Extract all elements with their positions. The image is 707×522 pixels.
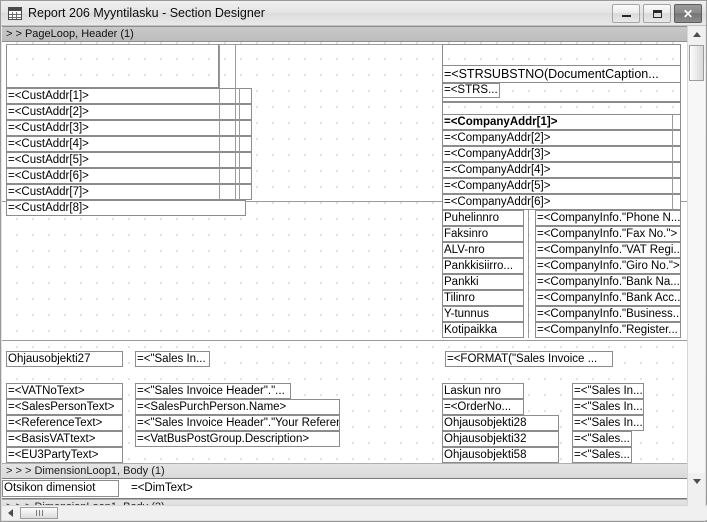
ctl-cust-addr-4[interactable]: =<CustAddr[4]> — [6, 136, 252, 152]
ctl-cust-addr-2[interactable]: =<CustAddr[2]> — [6, 104, 252, 120]
minimize-icon — [613, 5, 639, 22]
ctl-companyinfo-label-6[interactable]: Y-tunnus — [442, 306, 524, 322]
scroll-up-button[interactable] — [688, 26, 705, 43]
ctl-left-label-2[interactable]: =<ReferenceText> — [6, 415, 123, 431]
ctl-company-addr-5[interactable]: =<CompanyAddr[5]> — [442, 178, 681, 194]
ctl-companyinfo-label-7[interactable]: Kotipaikka — [442, 322, 524, 338]
window-title: Report 206 Myyntilasku - Section Designe… — [28, 6, 265, 20]
ctl-companyinfo-label-5[interactable]: Tilinro — [442, 290, 524, 306]
vertical-scroll-thumb[interactable] — [689, 45, 704, 81]
divider-v2 — [235, 44, 236, 88]
scroll-thumb-grip-icon — [35, 510, 43, 516]
ctl-right-value-0[interactable]: =<"Sales In... — [572, 383, 644, 399]
divider-dim-top — [2, 478, 688, 479]
minimize-button[interactable] — [612, 4, 640, 23]
ctl-companyinfo-value-7[interactable]: =<CompanyInfo."Register... — [535, 322, 681, 338]
ctl-left-value-2[interactable]: =<"Sales Invoice Header"."Your Referenc.… — [135, 415, 340, 431]
vertical-scroll-track[interactable] — [688, 62, 705, 473]
ctl-left-label-1[interactable]: =<SalesPersonText> — [6, 399, 123, 415]
ctl-cust-addr-3[interactable]: =<CustAddr[3]> — [6, 120, 252, 136]
close-button[interactable]: ✕ — [674, 4, 702, 23]
ctl-cust-addr-5[interactable]: =<CustAddr[5]> — [6, 152, 252, 168]
ctl-cust-addr-6[interactable]: =<CustAddr[6]> — [6, 168, 252, 184]
scroll-left-icon — [7, 509, 13, 517]
ctl-companyinfo-value-3[interactable]: =<CompanyInfo."Giro No."> — [535, 258, 681, 274]
ctl-right-label-4[interactable]: Ohjausobjekti58 — [442, 447, 559, 463]
ctl-format-sales-invoice[interactable]: =<FORMAT("Sales Invoice ... — [445, 351, 613, 367]
maximize-icon — [644, 5, 670, 22]
ctl-companyinfo-value-6[interactable]: =<CompanyInfo."Business... — [535, 306, 681, 322]
ctl-right-value-4[interactable]: =<"Sales... — [572, 447, 632, 463]
ctl-left-value-0[interactable]: =<"Sales Invoice Header"."... — [135, 383, 291, 399]
horizontal-scroll-thumb[interactable] — [20, 507, 58, 519]
scroll-down-button[interactable] — [688, 473, 705, 490]
ctl-left-value-3[interactable]: =<VatBusPostGroup.Description> — [135, 431, 340, 447]
ctl-right-value-2[interactable]: =<"Sales In... — [572, 415, 644, 431]
divider-h-top — [6, 44, 446, 45]
ctl-company-addr-1[interactable]: =<CompanyAddr[1]> — [442, 114, 681, 130]
ctl-companyinfo-label-3[interactable]: Pankkisiirro... — [442, 258, 524, 274]
ctl-dimension-value[interactable]: =<DimText> — [130, 480, 530, 497]
divider-h-mid2 — [2, 340, 688, 341]
ctl-document-caption-2[interactable]: =<STRS... — [442, 83, 500, 98]
ctl-right-label-2[interactable]: Ohjausobjekti28 — [442, 415, 559, 431]
ctl-companyinfo-value-5[interactable]: =<CompanyInfo."Bank Acc... — [535, 290, 681, 306]
caption-buttons: ✕ — [612, 4, 702, 23]
cust-addr-outer-frame — [6, 44, 219, 88]
section-designer-window: Report 206 Myyntilasku - Section Designe… — [0, 0, 707, 522]
scroll-down-icon — [692, 479, 701, 484]
ctl-companyinfo-label-0[interactable]: Puhelinnro — [442, 210, 524, 226]
ctl-companyinfo-label-1[interactable]: Faksinro — [442, 226, 524, 242]
section-header-dimensionloop-1[interactable]: > > > DimensionLoop1, Body (1) — [2, 463, 688, 479]
divider-v7 — [528, 210, 529, 338]
ctl-companyinfo-value-0[interactable]: =<CompanyInfo."Phone N... — [535, 210, 681, 226]
scroll-left-button[interactable] — [2, 506, 18, 520]
ctl-dimension-label[interactable]: Otsikon dimensiot — [2, 480, 119, 497]
ctl-right-label-0[interactable]: Laskun nro — [442, 383, 524, 399]
divider-v4 — [235, 88, 236, 200]
divider-v6 — [672, 114, 673, 210]
divider-v3 — [219, 88, 220, 200]
ctl-sales-in-top[interactable]: =<"Sales In... — [135, 351, 210, 367]
ctl-left-label-4[interactable]: =<EU3PartyText> — [6, 447, 123, 463]
ctl-document-caption[interactable]: =<STRSUBSTNO(DocumentCaption... — [442, 65, 681, 83]
ctl-right-value-1[interactable]: =<"Sales In... — [572, 399, 644, 415]
divider-v1 — [219, 44, 220, 88]
scrollbar-corner — [688, 505, 705, 520]
ctl-companyinfo-label-2[interactable]: ALV-nro — [442, 242, 524, 258]
ctl-company-addr-2[interactable]: =<CompanyAddr[2]> — [442, 130, 681, 146]
vertical-scrollbar[interactable] — [687, 26, 705, 507]
ctl-companyinfo-value-4[interactable]: =<CompanyInfo."Bank Na... — [535, 274, 681, 290]
ctl-cust-addr-7[interactable]: =<CustAddr[7]> — [6, 184, 252, 200]
ctl-right-label-3[interactable]: Ohjausobjekti32 — [442, 431, 559, 447]
title-bar: Report 206 Myyntilasku - Section Designe… — [1, 1, 706, 26]
scroll-up-icon — [692, 32, 701, 37]
designer-canvas[interactable]: > > PageLoop, Header (1) =<CustAddr[1]> … — [2, 26, 688, 507]
ctl-company-addr-6[interactable]: =<CompanyAddr[6]> — [442, 194, 681, 210]
section-header-pageloop[interactable]: > > PageLoop, Header (1) — [2, 26, 688, 42]
ctl-company-addr-4[interactable]: =<CompanyAddr[4]> — [442, 162, 681, 178]
ctl-right-label-1[interactable]: =<OrderNo... — [442, 399, 524, 415]
ctl-company-addr-3[interactable]: =<CompanyAddr[3]> — [442, 146, 681, 162]
horizontal-scrollbar[interactable] — [2, 505, 707, 520]
report-grid-icon — [8, 6, 22, 20]
ctl-companyinfo-value-2[interactable]: =<CompanyInfo."VAT Regi... — [535, 242, 681, 258]
ctl-cust-addr-8[interactable]: =<CustAddr[8]> — [6, 200, 246, 216]
ctl-ohjausobjekti27[interactable]: Ohjausobjekti27 — [6, 351, 123, 367]
ctl-left-label-3[interactable]: =<BasisVATtext> — [6, 431, 123, 447]
ctl-left-label-0[interactable]: =<VATNoText> — [6, 383, 123, 399]
ctl-left-value-1[interactable]: =<SalesPurchPerson.Name> — [135, 399, 340, 415]
ctl-companyinfo-value-1[interactable]: =<CompanyInfo."Fax No."> — [535, 226, 681, 242]
ctl-cust-addr-1[interactable]: =<CustAddr[1]> — [6, 88, 252, 104]
divider-v5 — [239, 88, 240, 200]
ctl-right-value-3[interactable]: =<"Sales... — [572, 431, 632, 447]
maximize-button[interactable] — [643, 4, 671, 23]
ctl-companyinfo-label-4[interactable]: Pankki — [442, 274, 524, 290]
close-icon: ✕ — [682, 6, 694, 21]
